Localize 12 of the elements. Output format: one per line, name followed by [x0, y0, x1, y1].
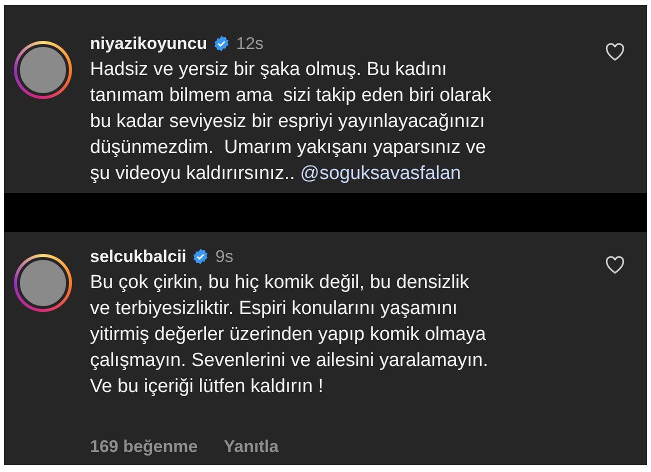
heart-icon[interactable]	[605, 256, 625, 274]
username[interactable]: niyazikoyuncu	[90, 31, 208, 56]
likes-count[interactable]: 169 beğenme	[90, 434, 198, 459]
comment-text: Hadsiz ve yersiz bir şaka olmuş. Bu kadını tanımam bilmem ama sizi takip eden biri olarak bu kadar seviyesiz bir espriyi yayınlayacağınızı düşünmezdim. Umarım yakışanı yaparsınız ve şu videoyu kaldırırsınız.. @soguksavasfalan	[90, 58, 492, 186]
username[interactable]: selcukbalcii	[90, 244, 186, 270]
timestamp: 9s	[215, 246, 234, 268]
comment-text: Bu çok çirkin, bu hiç komik değil, bu densizlik ve terbiyesizliktir. Espiri konularını yaşamını yitirmiş değerler üzerinden yapıp komik olmaya çalışmayın. Sevenlerini ve ailesini yaralamayın. Ve bu içeriği lütfen kaldırın !	[90, 270, 490, 398]
heart-icon[interactable]	[605, 42, 625, 60]
photo-placeholder	[17, 257, 69, 309]
photo-placeholder	[17, 44, 69, 96]
reply-link[interactable]: Yanıtla	[224, 434, 279, 459]
timestamp: 12s	[236, 33, 264, 55]
